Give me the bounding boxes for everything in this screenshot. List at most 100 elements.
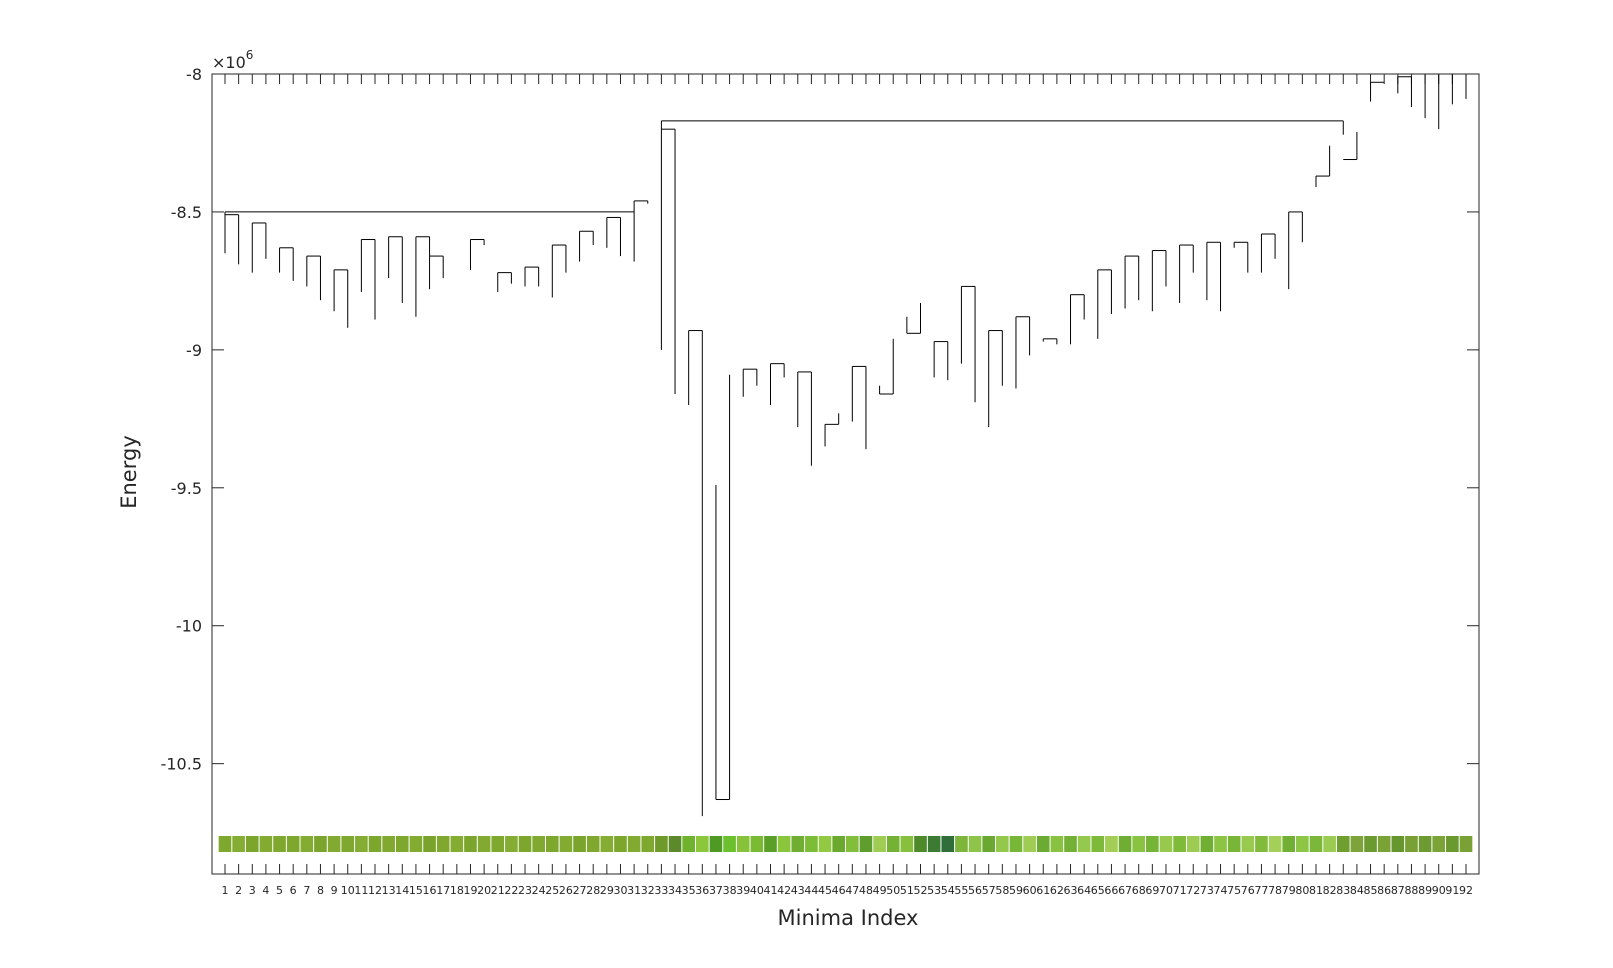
minima-thumbnail	[1132, 836, 1146, 852]
y-axis-label: Energy	[117, 435, 141, 509]
minima-thumbnail	[423, 836, 436, 852]
xtick-label: 63	[1064, 884, 1078, 897]
xtick-label: 7	[303, 884, 310, 897]
minima-thumbnail	[709, 836, 723, 852]
minima-thumbnail	[1200, 836, 1214, 852]
xtick-label: 16	[423, 884, 437, 897]
minima-thumbnail	[736, 836, 750, 852]
xtick-label: 21	[491, 884, 505, 897]
xtick-label: 88	[1404, 884, 1418, 897]
minima-thumbnail	[968, 836, 982, 852]
xtick-label: 38	[723, 884, 737, 897]
minima-thumbnail	[1432, 836, 1446, 852]
xtick-label: 12	[368, 884, 382, 897]
minima-thumbnail	[341, 836, 355, 852]
minima-thumbnail	[259, 836, 273, 852]
xtick-label: 18	[450, 884, 464, 897]
xtick-label: 70	[1159, 884, 1173, 897]
xtick-label: 34	[668, 884, 682, 897]
xtick-label: 59	[1009, 884, 1023, 897]
minima-thumbnail	[750, 836, 764, 852]
xtick-label: 76	[1241, 884, 1255, 897]
xtick-label: 72	[1186, 884, 1200, 897]
minima-thumbnail	[355, 836, 368, 852]
minima-thumbnail	[791, 836, 805, 852]
minima-thumbnail	[1296, 836, 1309, 852]
xtick-label: 77	[1254, 884, 1268, 897]
xtick-label: 50	[886, 884, 900, 897]
minima-thumbnail	[1323, 836, 1336, 852]
ytick-label: -8.5	[171, 203, 202, 222]
minima-thumbnail	[695, 836, 709, 852]
xtick-label: 87	[1391, 884, 1405, 897]
minima-thumbnail	[1091, 836, 1105, 852]
minima-thumbnail	[927, 836, 941, 852]
xtick-label: 89	[1418, 884, 1432, 897]
xtick-label: 44	[804, 884, 818, 897]
xtick-label: 64	[1077, 884, 1091, 897]
xtick-label: 5	[276, 884, 283, 897]
xtick-label: 54	[941, 884, 955, 897]
xtick-label: 75	[1227, 884, 1241, 897]
minima-thumbnail	[1077, 836, 1091, 852]
minima-thumbnail	[682, 836, 695, 852]
minima-thumbnail	[218, 836, 232, 852]
xtick-label: 53	[927, 884, 941, 897]
minima-thumbnail	[491, 836, 505, 852]
xtick-label: 3	[249, 884, 256, 897]
minima-thumbnail	[477, 836, 491, 852]
xtick-label: 42	[777, 884, 791, 897]
minima-thumbnail	[1309, 836, 1323, 852]
minima-thumbnail	[1227, 836, 1241, 852]
minima-thumbnail	[846, 836, 859, 852]
xtick-label: 47	[845, 884, 859, 897]
minima-thumbnail	[1282, 836, 1296, 852]
minima-thumbnail	[600, 836, 614, 852]
minima-thumbnail	[1255, 836, 1268, 852]
xtick-label: 26	[559, 884, 573, 897]
minima-thumbnail	[1268, 836, 1282, 852]
minima-thumbnail	[1159, 836, 1173, 852]
ytick-label: -9	[186, 341, 202, 360]
xtick-label: 74	[1214, 884, 1228, 897]
xtick-label: 41	[763, 884, 777, 897]
minima-thumbnail	[1350, 836, 1364, 852]
xtick-label: 36	[695, 884, 709, 897]
minima-thumbnail	[368, 836, 382, 852]
xtick-label: 30	[613, 884, 627, 897]
minima-thumbnail	[1446, 836, 1459, 852]
xtick-label: 71	[1173, 884, 1187, 897]
xtick-label: 33	[654, 884, 668, 897]
xtick-label: 56	[968, 884, 982, 897]
minima-thumbnail	[1405, 836, 1418, 852]
xtick-label: 85	[1364, 884, 1378, 897]
xtick-label: 91	[1445, 884, 1459, 897]
ytick-label: -9.5	[171, 479, 202, 498]
minima-thumbnail	[832, 836, 845, 852]
dendrogram-chart: -8-8.5-9-9.5-10-10.5 1 2 3 4 5 6 7 8 9 10 11 12 13 14…	[0, 0, 1613, 968]
minima-thumbnail	[1391, 836, 1405, 852]
xtick-label: 23	[518, 884, 532, 897]
xtick-label: 22	[504, 884, 518, 897]
minima-thumbnail	[655, 836, 668, 852]
minima-thumbnail	[464, 836, 477, 852]
minima-thumbnail	[982, 836, 996, 852]
xtick-label: 67	[1118, 884, 1132, 897]
xtick-label: 46	[832, 884, 846, 897]
minima-thumbnail	[873, 836, 886, 852]
minima-thumbnail	[586, 836, 600, 852]
xtick-label: 31	[627, 884, 641, 897]
xtick-label: 48	[859, 884, 873, 897]
xtick-label: 40	[750, 884, 764, 897]
xtick-label: 49	[873, 884, 887, 897]
xtick-label: 83	[1336, 884, 1350, 897]
minima-thumbnail	[1146, 836, 1159, 852]
minima-thumbnail	[723, 836, 736, 852]
x-tick-labels: 1 2 3 4 5 6 7 8 9 10 11 12 13 14 15 16 17 18 19 20 21 22 23 24 2…	[222, 884, 1474, 897]
xtick-label: 79	[1282, 884, 1296, 897]
minima-thumbnail	[559, 836, 573, 852]
xtick-label: 65	[1091, 884, 1105, 897]
minima-thumbnail	[1050, 836, 1064, 852]
x-axis-label: Minima Index	[778, 906, 919, 930]
minima-thumbnail	[532, 836, 545, 852]
